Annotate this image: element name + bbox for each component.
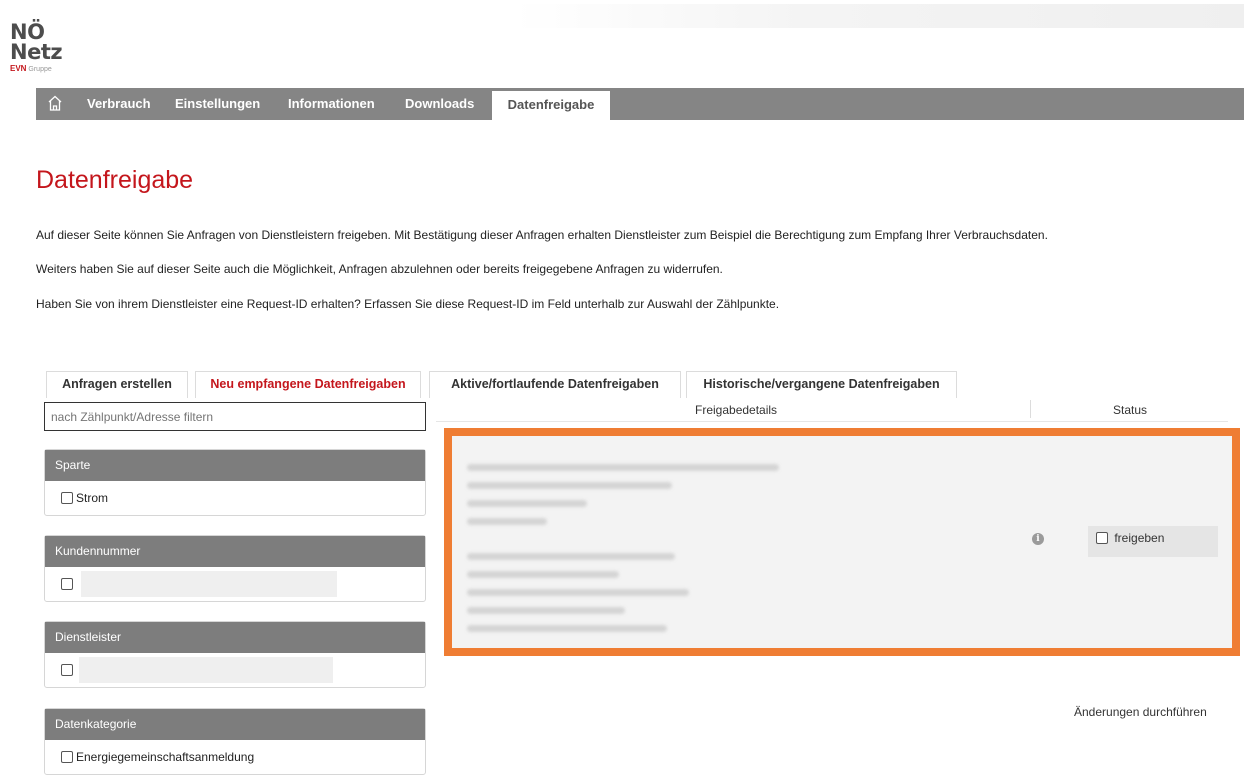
- redacted-detail-line: [467, 607, 625, 614]
- nav-item-informationen[interactable]: Informationen: [288, 88, 375, 120]
- redacted-detail-line: [467, 518, 547, 525]
- panel-title-kundennummer: Kundennummer: [45, 536, 425, 567]
- intro-text-3: Haben Sie von ihrem Dienstleister eine R…: [36, 297, 780, 311]
- checkbox-kundennummer[interactable]: [61, 578, 73, 590]
- redacted-detail-line: [467, 500, 587, 507]
- redacted-detail-line: [467, 571, 619, 578]
- nav-home-button[interactable]: [36, 88, 74, 120]
- column-separator: [1030, 400, 1031, 418]
- checkbox-energiegemeinschaft[interactable]: [61, 751, 73, 763]
- checkbox-dienstleister[interactable]: [61, 664, 73, 676]
- logo-text-line2: Netz: [10, 40, 63, 64]
- top-background-fade: [514, 4, 1244, 28]
- filter-option-energiegemeinschaft[interactable]: Energiegemeinschaftsanmeldung: [45, 740, 425, 774]
- panel-title-sparte: Sparte: [45, 450, 425, 481]
- tab-anfragen-erstellen[interactable]: Anfragen erstellen: [46, 371, 188, 398]
- nav-item-downloads[interactable]: Downloads: [405, 88, 474, 120]
- tab-historische-vergangene[interactable]: Historische/vergangene Datenfreigaben: [686, 371, 957, 398]
- nav-item-verbrauch[interactable]: Verbrauch: [87, 88, 151, 120]
- header-divider: [436, 421, 1228, 422]
- panel-title-datenkategorie: Datenkategorie: [45, 709, 425, 740]
- checkbox-strom[interactable]: [61, 492, 73, 504]
- logo-evn-gruppe: EVN Gruppe: [10, 64, 62, 74]
- panel-title-dienstleister: Dienstleister: [45, 622, 425, 653]
- redacted-detail-line: [467, 553, 675, 560]
- zaehlpunkt-filter-input[interactable]: [44, 402, 426, 431]
- column-header-status: Status: [1113, 403, 1148, 417]
- page-title: Datenfreigabe: [36, 166, 194, 194]
- apply-changes-button[interactable]: Änderungen durchführen: [1074, 705, 1207, 719]
- redacted-kundennummer: [81, 571, 337, 597]
- home-icon: [48, 95, 62, 111]
- filter-panel-dienstleister: Dienstleister: [44, 621, 426, 688]
- redacted-detail-line: [467, 589, 689, 596]
- tab-neu-empfangene[interactable]: Neu empfangene Datenfreigaben: [195, 371, 421, 398]
- tab-aktive-fortlaufende[interactable]: Aktive/fortlaufende Datenfreigaben: [429, 371, 681, 398]
- redacted-detail-line: [467, 464, 779, 471]
- column-header-freigabedetails: Freigabedetails: [695, 403, 778, 417]
- logo-gruppe: Gruppe: [28, 66, 52, 73]
- info-icon[interactable]: i: [1032, 533, 1044, 545]
- nav-item-datenfreigabe[interactable]: Datenfreigabe: [492, 91, 610, 120]
- label-freigeben: freigeben: [1114, 531, 1165, 545]
- status-freigeben-toggle[interactable]: freigeben: [1088, 526, 1218, 557]
- filter-option-kundennummer[interactable]: [45, 567, 425, 601]
- label-strom: Strom: [76, 491, 109, 505]
- label-energiegemeinschaft: Energiegemeinschaftsanmeldung: [76, 750, 255, 764]
- intro-text-2: Weiters haben Sie auf dieser Seite auch …: [36, 262, 723, 276]
- filter-option-strom[interactable]: Strom: [45, 481, 425, 515]
- redacted-detail-line: [467, 482, 672, 489]
- logo-evn: EVN: [10, 64, 27, 73]
- intro-text-1: Auf dieser Seite können Sie Anfragen von…: [36, 228, 1048, 242]
- redacted-detail-line: [467, 625, 667, 632]
- redacted-dienstleister: [79, 657, 333, 683]
- noe-netz-logo[interactable]: NÖ Netz EVN Gruppe: [10, 22, 63, 74]
- filter-panel-datenkategorie: Datenkategorie Energiegemeinschaftsanmel…: [44, 708, 426, 775]
- filter-option-dienstleister[interactable]: [45, 653, 425, 687]
- nav-item-einstellungen[interactable]: Einstellungen: [175, 88, 260, 120]
- filter-panel-kundennummer: Kundennummer: [44, 535, 426, 602]
- filter-panel-sparte: Sparte Strom: [44, 449, 426, 516]
- main-navigation: Verbrauch Einstellungen Informationen Do…: [36, 88, 1244, 120]
- checkbox-freigeben[interactable]: [1096, 532, 1108, 544]
